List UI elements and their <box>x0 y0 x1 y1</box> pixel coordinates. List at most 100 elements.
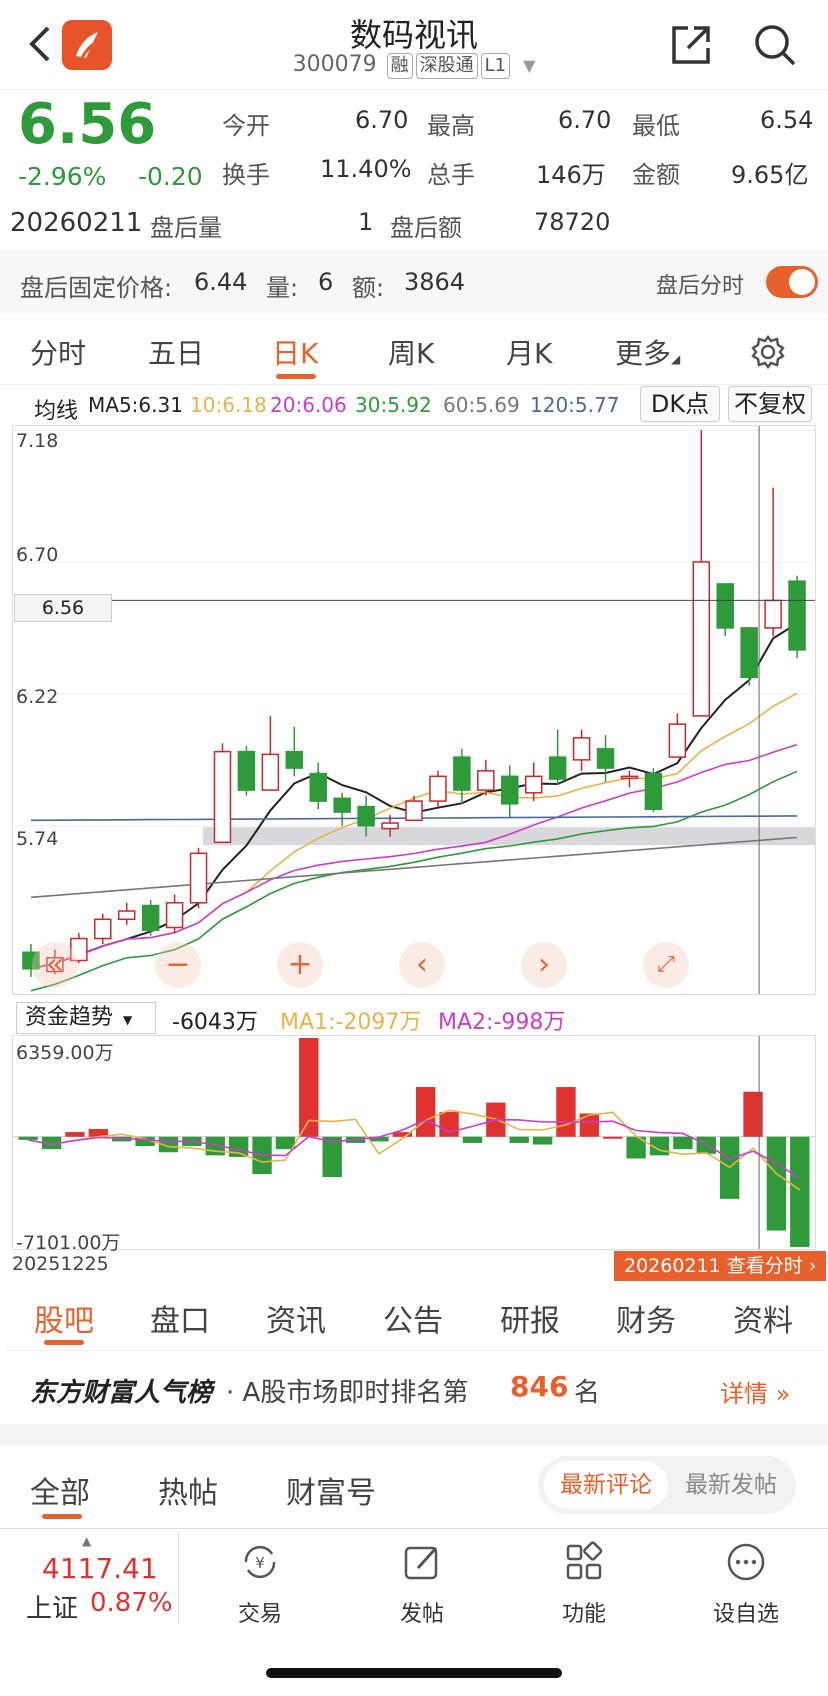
tab-five-day[interactable]: 五日 <box>148 332 204 372</box>
scroll-left-fast-icon[interactable]: « <box>32 942 78 988</box>
trade-button[interactable]: ¥ 交易 <box>210 1540 310 1628</box>
index-name: 上证 <box>26 1594 79 1624</box>
tab-daily-k[interactable]: 日K <box>272 332 318 372</box>
candle-body <box>477 770 495 791</box>
fixed-price-value: 6.44 <box>194 268 248 296</box>
ma10-value: 10:6.18 <box>190 393 267 417</box>
post-button[interactable]: 发帖 <box>372 1540 472 1628</box>
rank-brand: 东方财富人气榜 <box>30 1378 213 1408</box>
filter-hot[interactable]: 热帖 <box>158 1468 218 1512</box>
after-hours-volume-label: 盘后量 <box>150 214 222 242</box>
fund-flow-svg <box>13 1036 815 1249</box>
adjust-button[interactable]: 不复权 <box>728 386 812 422</box>
change-value: -0.20 <box>138 162 203 191</box>
y-tick-top: 7.18 <box>16 430 59 452</box>
high-value: 6.70 <box>558 106 612 134</box>
tab-news[interactable]: 资讯 <box>266 1296 326 1340</box>
index-percent: 0.87% <box>90 1588 173 1618</box>
rank-detail-label: 详情 <box>720 1380 768 1408</box>
dk-point-button[interactable]: DK点 <box>640 386 720 422</box>
kline-chart[interactable] <box>12 425 816 995</box>
candle-body <box>165 902 184 929</box>
y-tick-2: 6.70 <box>16 544 59 566</box>
flow-top-label: 6359.00万 <box>16 1042 114 1064</box>
candle-body <box>692 561 711 717</box>
view-intraday-button[interactable]: 20260211 查看分时 › <box>614 1251 826 1281</box>
candle-body <box>261 753 280 791</box>
change-percent: -2.96% <box>18 162 107 191</box>
rank-detail-link[interactable]: 详情 » <box>720 1374 790 1409</box>
tab-more[interactable]: 更多◢ <box>615 332 680 372</box>
filter-fortune[interactable]: 财富号 <box>286 1468 376 1512</box>
candle-body <box>644 772 663 811</box>
share-icon[interactable] <box>668 22 714 68</box>
zoom-in-icon[interactable]: + <box>277 942 323 988</box>
tag-level: L1 <box>480 53 511 79</box>
flow-bar <box>322 1136 342 1178</box>
sort-latest-comment[interactable]: 最新评论 <box>544 1461 668 1509</box>
candle-body <box>357 805 375 827</box>
candle-body <box>117 910 136 921</box>
ma-line-ma60 <box>30 836 798 899</box>
tab-order-book[interactable]: 盘口 <box>150 1296 210 1340</box>
functions-button[interactable]: 功能 <box>534 1540 634 1628</box>
post-label: 发帖 <box>399 1602 444 1627</box>
candle-body <box>764 599 782 629</box>
flow-bar <box>556 1087 576 1137</box>
fixed-price-label: 盘后固定价格: <box>20 274 173 302</box>
candle-body <box>429 775 447 802</box>
trade-label: 交易 <box>237 1602 282 1627</box>
ma-line-ma20 <box>30 743 798 970</box>
open-label: 今开 <box>222 112 270 140</box>
after-hours-amount-label: 盘后额 <box>390 214 462 242</box>
toolbar-divider <box>178 1532 179 1624</box>
chevron-down-icon[interactable]: ▼ <box>523 56 535 75</box>
fullscreen-icon[interactable]: ⤢ <box>643 942 689 988</box>
tab-profile[interactable]: 资料 <box>733 1296 793 1340</box>
tab-research[interactable]: 研报 <box>500 1296 560 1340</box>
flow-bar <box>462 1136 483 1143</box>
tab-weekly-k[interactable]: 周K <box>388 332 434 372</box>
flow-bar <box>416 1087 436 1137</box>
last-price: 6.56 <box>18 92 157 157</box>
flow-bar <box>579 1113 600 1137</box>
period-tabs: 分时 五日 日K 周K 月K 更多◢ <box>0 320 828 385</box>
flow-bar <box>532 1136 553 1145</box>
rank-number: 846 <box>510 1370 569 1403</box>
index-value[interactable]: 4117.41 <box>42 1552 158 1585</box>
tab-finance[interactable]: 财务 <box>616 1296 676 1340</box>
flow-bar <box>509 1136 529 1143</box>
filter-all[interactable]: 全部 <box>30 1468 90 1512</box>
indicator-select[interactable]: 资金趋势 ▼ <box>16 1002 156 1034</box>
flow-bottom-label: -7101.00万 <box>16 1232 121 1254</box>
sort-latest-post[interactable]: 最新发帖 <box>672 1461 790 1509</box>
tab-forum[interactable]: 股吧 <box>34 1296 94 1340</box>
candle-body <box>381 822 399 830</box>
open-value: 6.70 <box>355 106 409 134</box>
tab-intraday[interactable]: 分时 <box>30 332 86 372</box>
flow-bar <box>790 1136 810 1247</box>
add-watchlist-button[interactable]: 设自选 <box>696 1540 796 1628</box>
home-indicator <box>266 1668 562 1678</box>
turnover-label: 换手 <box>222 161 270 189</box>
candle-body <box>501 775 519 805</box>
flow-value: -6043万 <box>172 1010 258 1035</box>
zoom-out-icon[interactable]: − <box>155 942 201 988</box>
search-icon[interactable] <box>752 22 798 68</box>
candle-body <box>333 797 351 813</box>
scroll-right-icon[interactable]: › <box>521 942 567 988</box>
settings-gear-icon[interactable] <box>750 334 786 370</box>
ma-title: 均线 <box>34 399 79 424</box>
low-label: 最低 <box>632 112 680 140</box>
tag-connect: 深股通 <box>415 53 478 79</box>
after-hours-toggle[interactable] <box>766 266 818 298</box>
scroll-left-icon[interactable]: ‹ <box>399 942 445 988</box>
tab-monthly-k[interactable]: 月K <box>506 332 552 372</box>
flow-bar <box>766 1136 787 1231</box>
tab-announcements[interactable]: 公告 <box>383 1296 443 1340</box>
fund-flow-chart[interactable] <box>12 1035 816 1250</box>
candle-body <box>620 775 639 780</box>
fixed-qty-value: 6 <box>318 268 334 296</box>
tab-more-label: 更多 <box>615 337 672 370</box>
flow-bar <box>603 1136 623 1139</box>
